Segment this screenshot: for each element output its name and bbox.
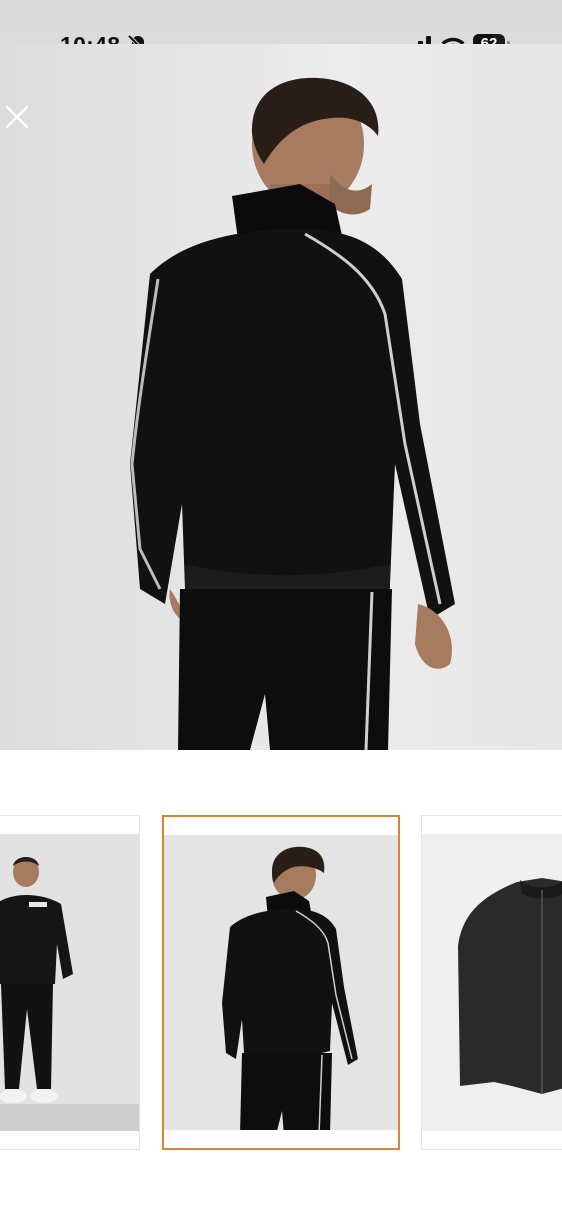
main-product-image[interactable] bbox=[0, 44, 562, 750]
thumbnail-image bbox=[164, 835, 398, 1130]
thumbnail-front-view[interactable] bbox=[0, 815, 140, 1150]
model-back-view-illustration bbox=[0, 44, 562, 750]
jacket-product-illustration bbox=[422, 834, 562, 1131]
thumbnail-strip[interactable] bbox=[0, 815, 562, 1155]
thumbnail-image bbox=[0, 834, 139, 1131]
thumbnail-back-view[interactable] bbox=[162, 815, 400, 1150]
close-icon[interactable] bbox=[0, 100, 34, 134]
thumbnail-image bbox=[422, 834, 562, 1131]
model-front-view-illustration bbox=[0, 834, 139, 1131]
thumbnail-product-shot[interactable] bbox=[421, 815, 562, 1150]
model-back-view-small-illustration bbox=[164, 835, 398, 1130]
